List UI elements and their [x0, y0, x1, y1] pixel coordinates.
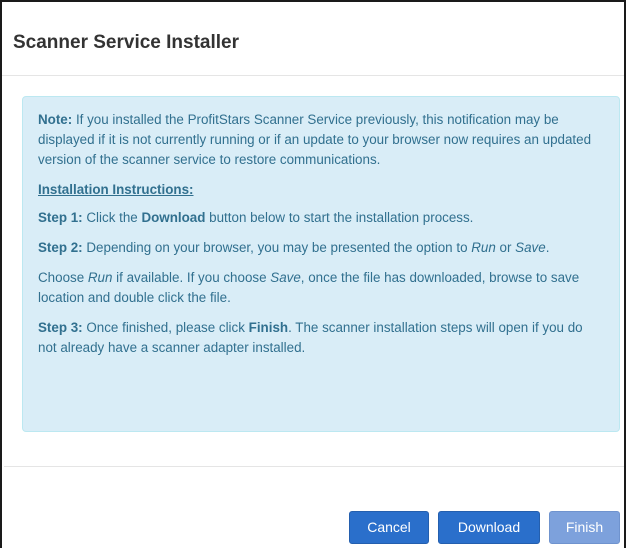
step1-label: Step 1: — [38, 210, 83, 225]
step1-paragraph: Step 1: Click the Download button below … — [38, 208, 604, 228]
dialog-body: Note: If you installed the ProfitStars S… — [2, 76, 624, 466]
step2-mid: or — [495, 240, 516, 255]
note-label: Note: — [38, 112, 73, 127]
step3-paragraph: Step 3: Once finished, please click Fini… — [38, 318, 604, 358]
choose-run-word: Run — [87, 270, 113, 285]
dialog-footer: Cancel Download Finish — [4, 466, 624, 550]
step2-run-word: Run — [471, 240, 496, 255]
choose-save-word: Save — [270, 270, 301, 285]
step2-paragraph: Step 2: Depending on your browser, you m… — [38, 238, 604, 258]
step3-label: Step 3: — [38, 320, 83, 335]
instructions-heading: Installation Instructions: — [38, 182, 194, 197]
step2-save-word: Save — [515, 240, 546, 255]
step1-post: button below to start the installation p… — [205, 210, 474, 225]
choose-paragraph: Choose Run if available. If you choose S… — [38, 268, 604, 308]
choose-pre: Choose — [38, 270, 88, 285]
instructions-heading-paragraph: Installation Instructions: — [38, 180, 604, 200]
download-button[interactable]: Download — [438, 511, 540, 544]
cancel-button[interactable]: Cancel — [349, 511, 429, 544]
step1-download-word: Download — [141, 210, 206, 225]
dialog-header: Scanner Service Installer — [2, 2, 624, 76]
finish-button[interactable]: Finish — [549, 511, 620, 544]
installer-dialog: Scanner Service Installer Note: If you i… — [0, 0, 626, 548]
note-text: If you installed the ProfitStars Scanner… — [38, 112, 592, 167]
step2-post: . — [545, 240, 550, 255]
step3-pre: Once finished, please click — [82, 320, 249, 335]
step3-finish-word: Finish — [248, 320, 289, 335]
step2-pre: Depending on your browser, you may be pr… — [82, 240, 472, 255]
step2-label: Step 2: — [38, 240, 83, 255]
info-alert: Note: If you installed the ProfitStars S… — [22, 96, 620, 432]
step1-pre: Click the — [82, 210, 142, 225]
choose-mid: if available. If you choose — [112, 270, 271, 285]
note-paragraph: Note: If you installed the ProfitStars S… — [38, 110, 604, 170]
dialog-title: Scanner Service Installer — [13, 32, 240, 53]
